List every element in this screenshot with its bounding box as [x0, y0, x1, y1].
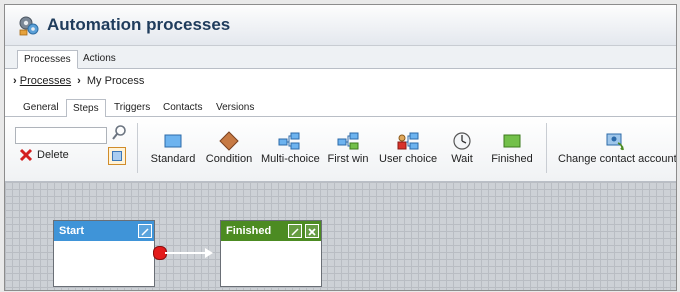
change-contact-account-label: Change contact account — [558, 153, 677, 165]
multi-choice-step-button[interactable]: Multi-choice — [261, 131, 320, 173]
wait-step-label: Wait — [451, 153, 473, 165]
title-bar: Automation processes — [5, 5, 676, 46]
standard-step-button[interactable]: Standard — [149, 131, 197, 173]
start-node[interactable]: Start — [53, 220, 155, 287]
edit-icon[interactable] — [288, 224, 302, 238]
finished-node-title: Finished — [226, 225, 272, 237]
search-input[interactable] — [15, 127, 107, 144]
workflow-canvas[interactable]: Start Finished — [5, 182, 676, 290]
condition-step-label: Condition — [205, 153, 253, 165]
first-win-step-button[interactable]: First win — [325, 131, 371, 173]
toolbar-separator — [137, 123, 138, 173]
finished-step-button[interactable]: Finished — [489, 131, 535, 173]
breadcrumb: › Processes › My Process — [13, 75, 144, 87]
multi-choice-step-icon — [278, 132, 300, 150]
delete-button[interactable]: Delete — [19, 148, 69, 166]
steps-toolbar: Delete Standard Condition Multi-choice F… — [5, 117, 676, 182]
app-window: Automation processes Processes Actions ›… — [4, 4, 677, 291]
main-tabs: Processes Actions — [5, 46, 676, 69]
standard-step-icon — [164, 134, 182, 148]
breadcrumb-current: My Process — [86, 75, 145, 87]
wait-clock-icon — [453, 132, 471, 150]
breadcrumb-processes-link[interactable]: Processes — [20, 75, 71, 87]
delete-icon — [19, 148, 33, 162]
breadcrumb-chevron-icon: › — [13, 75, 17, 87]
tab-general[interactable]: General — [17, 99, 65, 116]
tab-triggers[interactable]: Triggers — [108, 99, 156, 116]
first-win-step-icon — [337, 132, 359, 150]
tab-steps[interactable]: Steps — [66, 99, 106, 118]
user-choice-step-icon — [397, 132, 419, 150]
tab-contacts[interactable]: Contacts — [157, 99, 208, 116]
page-title: Automation processes — [47, 15, 231, 34]
finished-node-header[interactable]: Finished — [221, 221, 321, 241]
condition-step-icon — [219, 131, 239, 151]
first-win-step-label: First win — [327, 153, 369, 165]
finished-step-label: Finished — [491, 153, 533, 165]
breadcrumb-chevron-icon: › — [77, 75, 81, 87]
automation-gears-icon — [19, 16, 39, 36]
close-icon[interactable] — [305, 224, 319, 238]
multi-choice-step-label: Multi-choice — [261, 153, 320, 165]
user-choice-step-label: User choice — [379, 153, 438, 165]
toolbar-separator — [546, 123, 547, 173]
change-contact-account-button[interactable]: Change contact account — [558, 131, 677, 173]
start-node-header[interactable]: Start — [54, 221, 154, 241]
finished-step-icon — [503, 134, 521, 148]
search-icon[interactable] — [111, 124, 127, 142]
tab-processes[interactable]: Processes — [17, 50, 78, 69]
edit-icon[interactable] — [138, 224, 152, 238]
standard-step-label: Standard — [150, 153, 196, 165]
condition-step-button[interactable]: Condition — [205, 131, 253, 173]
process-tabs: General Steps Triggers Contacts Versions — [5, 95, 676, 118]
tab-actions[interactable]: Actions — [77, 50, 122, 67]
user-choice-step-button[interactable]: User choice — [379, 131, 437, 173]
select-icon — [112, 151, 122, 161]
select-mode-button[interactable] — [108, 147, 126, 165]
tab-versions[interactable]: Versions — [210, 99, 260, 116]
finished-node[interactable]: Finished — [220, 220, 322, 287]
connection-line[interactable] — [165, 252, 205, 254]
start-node-title: Start — [59, 225, 85, 237]
wait-step-button[interactable]: Wait — [447, 131, 477, 173]
delete-label: Delete — [37, 149, 69, 161]
connection-arrow-icon — [205, 248, 213, 258]
change-contact-account-icon — [606, 133, 624, 151]
